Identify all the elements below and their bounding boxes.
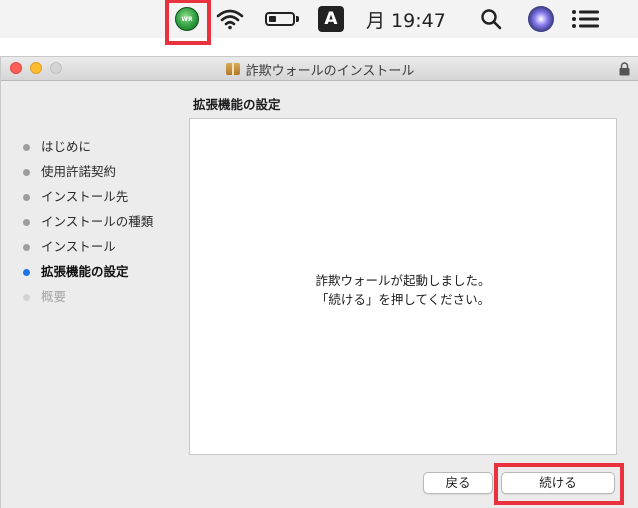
- section-title: 拡張機能の設定: [193, 97, 281, 112]
- step-label: はじめに: [41, 139, 92, 154]
- step-bullet-icon: [23, 269, 30, 276]
- message-line-2: 「続ける」を押してください。: [315, 292, 491, 307]
- step-install-type: インストールの種類: [1, 212, 191, 237]
- webroot-highlight-box: [165, 0, 211, 45]
- step-bullet-icon: [23, 244, 30, 251]
- notification-center-icon[interactable]: [570, 5, 602, 33]
- step-bullet-icon: [23, 169, 30, 176]
- step-intro: はじめに: [1, 137, 191, 162]
- step-label: インストール先: [41, 189, 129, 204]
- step-bullet-icon: [23, 194, 30, 201]
- step-label: 拡張機能の設定: [41, 264, 129, 279]
- battery-tip: [296, 16, 299, 22]
- menu-bar: WR A 月 19:47: [0, 0, 638, 45]
- continue-highlight-box: [494, 463, 624, 505]
- battery-icon[interactable]: [262, 5, 302, 33]
- package-icon: [225, 63, 240, 75]
- step-license: 使用許諾契約: [1, 162, 191, 187]
- installer-window: 詐欺ウォールのインストール 拡張機能の設定 はじめに 使用許諾契約 インストール…: [0, 56, 638, 508]
- step-label: 概要: [41, 289, 67, 304]
- status-message: 詐欺ウォールが起動しました。 「続ける」を押してください。: [190, 271, 616, 309]
- siri-icon[interactable]: [528, 6, 554, 32]
- step-bullet-icon: [23, 219, 30, 226]
- step-list: はじめに 使用許諾契約 インストール先 インストールの種類 インストール 拡張機…: [1, 137, 191, 312]
- step-bullet-icon: [23, 144, 30, 151]
- wifi-icon[interactable]: [215, 5, 245, 33]
- title-bar[interactable]: 詐欺ウォールのインストール: [1, 57, 638, 81]
- step-label: インストールの種類: [41, 214, 154, 229]
- step-destination: インストール先: [1, 187, 191, 212]
- lock-icon[interactable]: [619, 62, 630, 76]
- battery-level: [269, 16, 276, 22]
- menu-clock[interactable]: 月 19:47: [366, 6, 446, 33]
- search-icon[interactable]: [478, 5, 504, 33]
- step-summary: 概要: [1, 287, 191, 312]
- step-label: インストール: [41, 239, 116, 254]
- message-line-1: 詐欺ウォールが起動しました。: [315, 273, 491, 288]
- input-source-icon[interactable]: A: [318, 6, 344, 32]
- step-bullet-icon: [23, 294, 30, 301]
- window-title: 詐欺ウォールのインストール: [245, 63, 415, 79]
- step-extension-setup: 拡張機能の設定: [1, 262, 191, 287]
- back-button[interactable]: 戻る: [423, 472, 493, 494]
- content-panel: 詐欺ウォールが起動しました。 「続ける」を押してください。: [189, 118, 617, 455]
- step-installation: インストール: [1, 237, 191, 262]
- battery-body: [265, 12, 295, 26]
- step-label: 使用許諾契約: [41, 164, 117, 179]
